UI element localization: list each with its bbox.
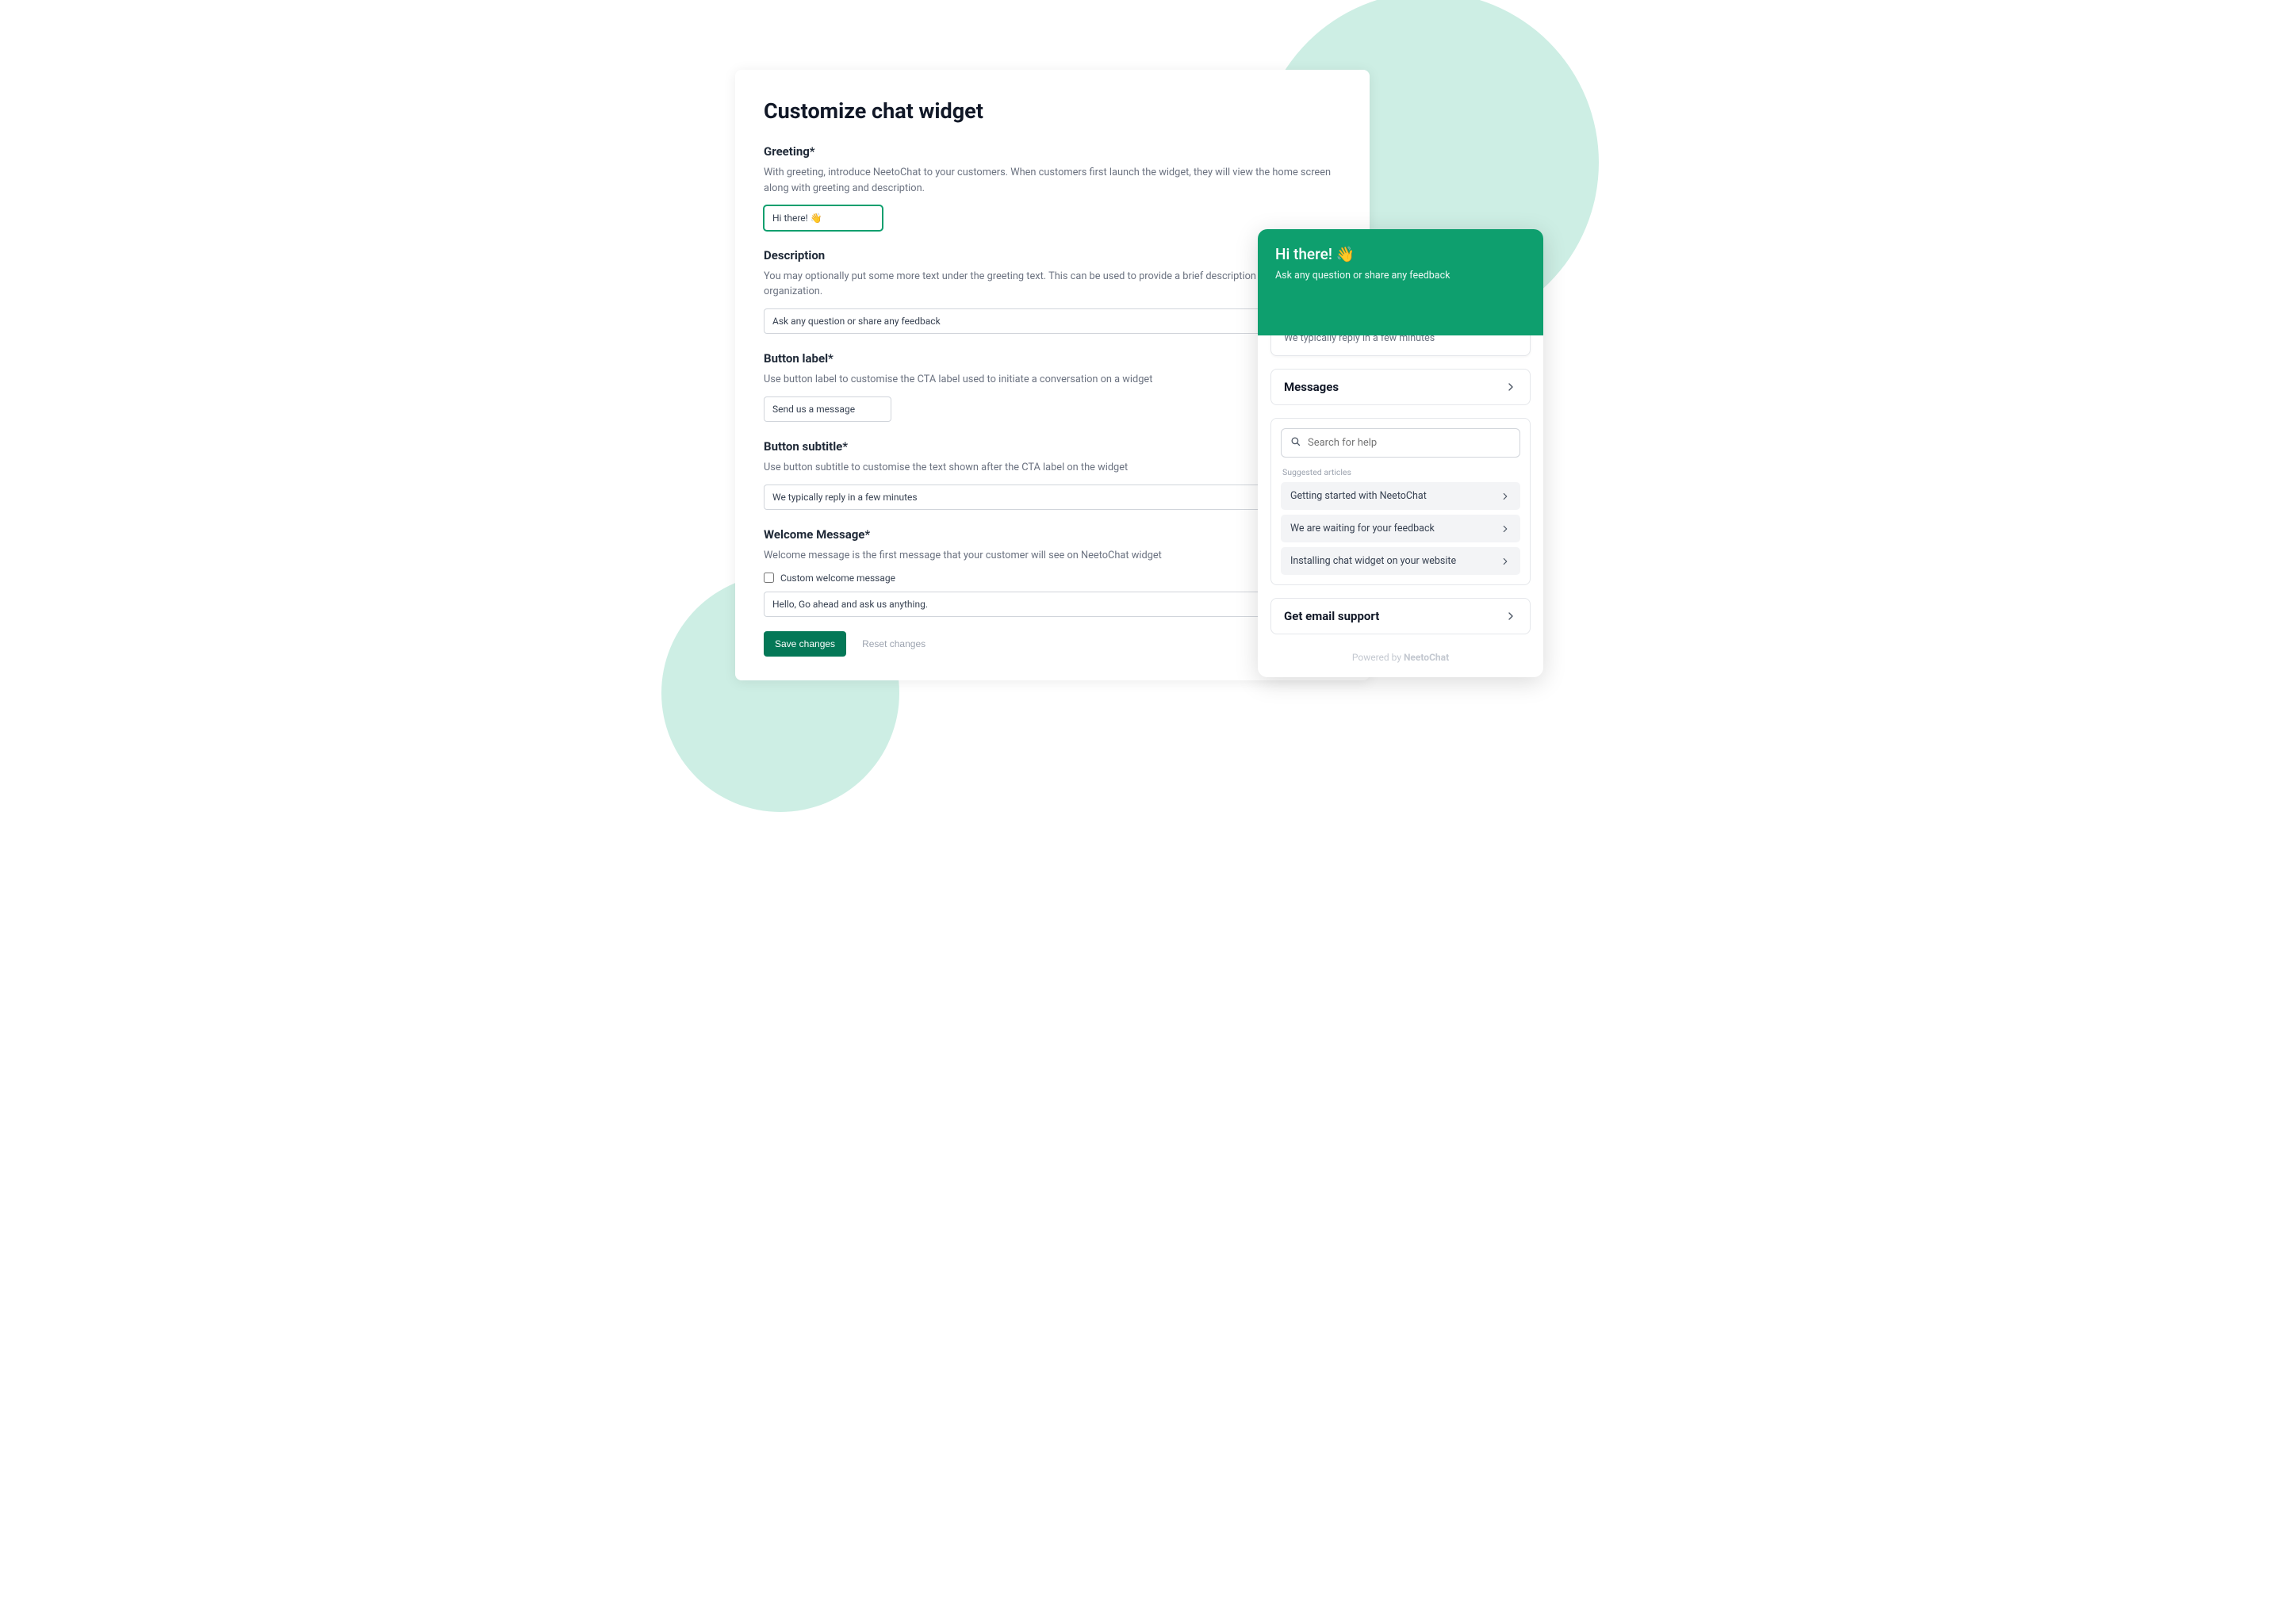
messages-label: Messages xyxy=(1284,380,1339,394)
reset-button[interactable]: Reset changes xyxy=(862,638,925,649)
field-label-button-label: Button label* xyxy=(764,351,1341,366)
field-label-greeting: Greeting* xyxy=(764,144,1341,159)
article-row[interactable]: We are waiting for your feedback xyxy=(1281,515,1520,542)
chevron-right-icon xyxy=(1500,523,1511,534)
field-welcome-message: Welcome Message* Welcome message is the … xyxy=(764,527,1341,617)
save-button[interactable]: Save changes xyxy=(764,631,846,657)
field-help-button-label: Use button label to customise the CTA la… xyxy=(764,372,1341,388)
field-help-welcome: Welcome message is the first message tha… xyxy=(764,548,1341,564)
chat-greeting: Hi there! 👋 xyxy=(1275,245,1526,263)
article-row[interactable]: Installing chat widget on your website xyxy=(1281,547,1520,575)
field-label-welcome: Welcome Message* xyxy=(764,527,1341,542)
custom-welcome-checkbox[interactable] xyxy=(764,573,774,583)
powered-prefix: Powered by xyxy=(1352,652,1404,663)
custom-welcome-checkbox-label[interactable]: Custom welcome message xyxy=(780,573,895,584)
article-label: Installing chat widget on your website xyxy=(1290,555,1456,567)
email-support-label: Get email support xyxy=(1284,609,1379,623)
help-card: Suggested articles Getting started with … xyxy=(1270,418,1531,585)
messages-card[interactable]: Messages xyxy=(1270,369,1531,405)
welcome-message-input[interactable] xyxy=(764,592,1341,617)
field-label-description: Description xyxy=(764,248,1341,262)
field-help-greeting: With greeting, introduce NeetoChat to yo… xyxy=(764,165,1341,197)
field-button-label: Button label* Use button label to custom… xyxy=(764,351,1341,422)
field-label-button-subtitle: Button subtitle* xyxy=(764,439,1341,454)
field-help-description: You may optionally put some more text un… xyxy=(764,269,1341,301)
chat-description: Ask any question or share any feedback xyxy=(1275,270,1526,282)
chevron-right-icon xyxy=(1504,610,1517,622)
email-support-card[interactable]: Get email support xyxy=(1270,598,1531,634)
chevron-right-icon xyxy=(1500,556,1511,567)
field-button-subtitle: Button subtitle* Use button subtitle to … xyxy=(764,439,1341,510)
page-title: Customize chat widget xyxy=(764,98,1341,124)
greeting-input[interactable] xyxy=(764,205,883,231)
chevron-right-icon xyxy=(1504,381,1517,393)
field-help-button-subtitle: Use button subtitle to customise the tex… xyxy=(764,460,1341,476)
powered-brand: NeetoChat xyxy=(1404,652,1449,663)
article-label: Getting started with NeetoChat xyxy=(1290,490,1427,502)
button-label-input[interactable] xyxy=(764,396,891,422)
button-subtitle-input[interactable] xyxy=(764,485,1341,510)
chat-widget-preview: Hi there! 👋 Ask any question or share an… xyxy=(1258,229,1543,677)
suggested-articles-label: Suggested articles xyxy=(1282,467,1520,477)
chat-widget-header: Hi there! 👋 Ask any question or share an… xyxy=(1258,229,1543,335)
field-description: Description You may optionally put some … xyxy=(764,248,1341,335)
chevron-right-icon xyxy=(1500,491,1511,502)
search-input[interactable] xyxy=(1308,437,1512,449)
search-for-help-box[interactable] xyxy=(1281,428,1520,458)
search-icon xyxy=(1290,435,1301,450)
description-input[interactable] xyxy=(764,308,1341,334)
article-label: We are waiting for your feedback xyxy=(1290,523,1435,534)
field-greeting: Greeting* With greeting, introduce Neeto… xyxy=(764,144,1341,231)
powered-by: Powered by NeetoChat xyxy=(1258,638,1543,674)
article-row[interactable]: Getting started with NeetoChat xyxy=(1281,482,1520,510)
form-actions: Save changes Reset changes xyxy=(764,631,1341,657)
